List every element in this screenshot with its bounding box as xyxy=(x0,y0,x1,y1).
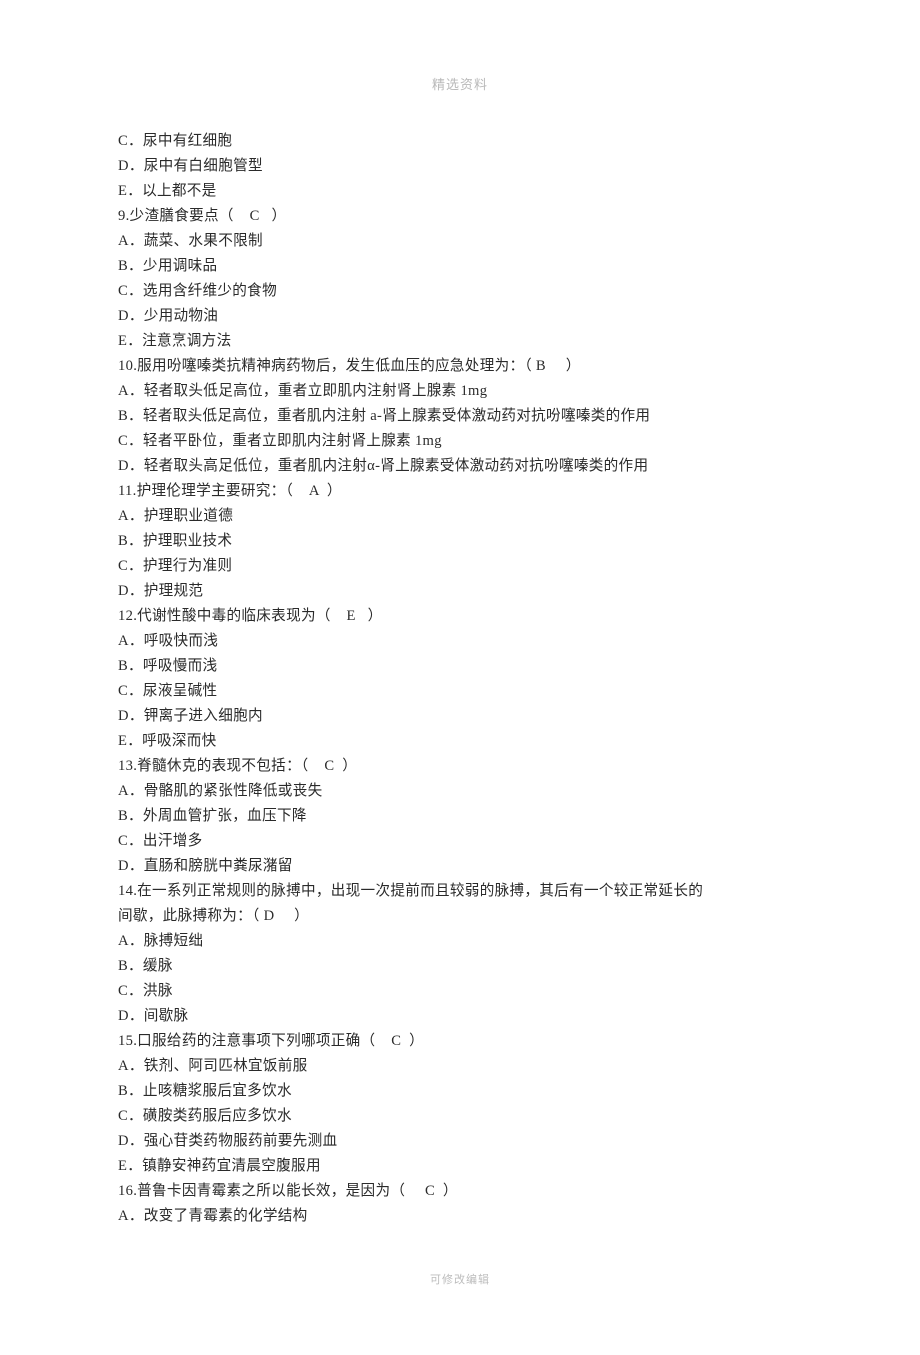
text-line: D．直肠和膀胱中粪尿潴留 xyxy=(118,854,802,879)
text-line: A．铁剂、阿司匹林宜饭前服 xyxy=(118,1054,802,1079)
text-line: A．轻者取头低足高位，重者立即肌内注射肾上腺素 1mg xyxy=(118,379,802,404)
text-line: 11.护理伦理学主要研究：（ A ） xyxy=(118,479,802,504)
text-line: E．镇静安神药宜清晨空腹服用 xyxy=(118,1154,802,1179)
text-line: E．呼吸深而快 xyxy=(118,729,802,754)
text-line: A．蔬菜、水果不限制 xyxy=(118,229,802,254)
text-line: B．少用调味品 xyxy=(118,254,802,279)
text-line: C．选用含纤维少的食物 xyxy=(118,279,802,304)
text-line: B．护理职业技术 xyxy=(118,529,802,554)
text-line: C．轻者平卧位，重者立即肌内注射肾上腺素 1mg xyxy=(118,429,802,454)
document-page: 精选资料 C．尿中有红细胞D．尿中有白细胞管型E．以上都不是9.少渣膳食要点（ … xyxy=(0,0,920,1355)
text-line: D．尿中有白细胞管型 xyxy=(118,154,802,179)
text-line: B．止咳糖浆服后宜多饮水 xyxy=(118,1079,802,1104)
text-line: B．轻者取头低足高位，重者肌内注射 a-肾上腺素受体激动药对抗吩噻嗪类的作用 xyxy=(118,404,802,429)
text-line: 12.代谢性酸中毒的临床表现为（ E ） xyxy=(118,604,802,629)
text-line: D．轻者取头高足低位，重者肌内注射α-肾上腺素受体激动药对抗吩噻嗪类的作用 xyxy=(118,454,802,479)
text-line: 10.服用吩噻嗪类抗精神病药物后，发生低血压的应急处理为：（ B ） xyxy=(118,354,802,379)
text-line: C．洪脉 xyxy=(118,979,802,1004)
text-line: B．外周血管扩张，血压下降 xyxy=(118,804,802,829)
text-line: C．尿液呈碱性 xyxy=(118,679,802,704)
text-line: A．护理职业道德 xyxy=(118,504,802,529)
text-line: D．强心苷类药物服药前要先测血 xyxy=(118,1129,802,1154)
text-line: C．护理行为准则 xyxy=(118,554,802,579)
page-header: 精选资料 xyxy=(118,74,802,93)
text-line: C．出汗增多 xyxy=(118,829,802,854)
text-line: E．以上都不是 xyxy=(118,179,802,204)
text-line: 14.在一系列正常规则的脉搏中，出现一次提前而且较弱的脉搏，其后有一个较正常延长… xyxy=(118,879,802,904)
text-line: D．钾离子进入细胞内 xyxy=(118,704,802,729)
text-line: D．间歇脉 xyxy=(118,1004,802,1029)
page-footer: 可修改编辑 xyxy=(118,1271,802,1287)
text-line: B．呼吸慢而浅 xyxy=(118,654,802,679)
text-line: A．改变了青霉素的化学结构 xyxy=(118,1204,802,1229)
text-line: A．脉搏短绌 xyxy=(118,929,802,954)
text-line: 13.脊髓休克的表现不包括：（ C ） xyxy=(118,754,802,779)
text-line: C．尿中有红细胞 xyxy=(118,129,802,154)
text-line: D．少用动物油 xyxy=(118,304,802,329)
text-line: A．呼吸快而浅 xyxy=(118,629,802,654)
text-line: C．磺胺类药服后应多饮水 xyxy=(118,1104,802,1129)
document-body: C．尿中有红细胞D．尿中有白细胞管型E．以上都不是9.少渣膳食要点（ C ）A．… xyxy=(118,129,802,1229)
text-line: 9.少渣膳食要点（ C ） xyxy=(118,204,802,229)
text-line: 15.口服给药的注意事项下列哪项正确（ C ） xyxy=(118,1029,802,1054)
text-line: E．注意烹调方法 xyxy=(118,329,802,354)
text-line: B．缓脉 xyxy=(118,954,802,979)
text-line: 间歇，此脉搏称为：（ D ） xyxy=(118,904,802,929)
text-line: 16.普鲁卡因青霉素之所以能长效，是因为（ C ） xyxy=(118,1179,802,1204)
text-line: A．骨骼肌的紧张性降低或丧失 xyxy=(118,779,802,804)
text-line: D．护理规范 xyxy=(118,579,802,604)
